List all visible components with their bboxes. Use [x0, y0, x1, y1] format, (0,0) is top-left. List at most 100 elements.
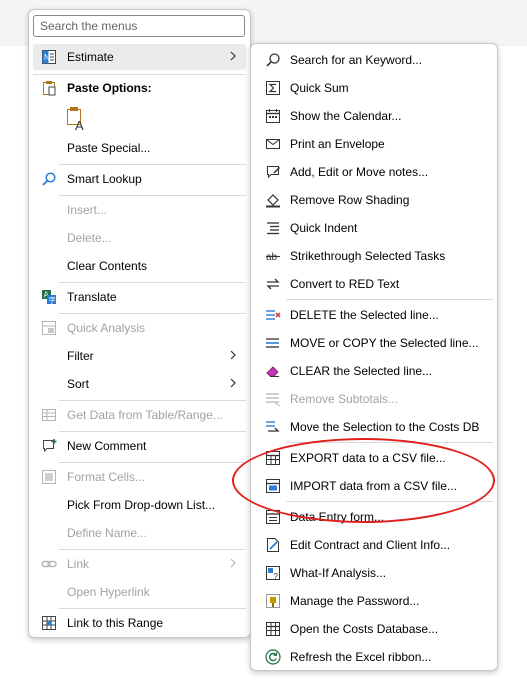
submenu-item-label: Strikethrough Selected Tasks	[290, 249, 446, 263]
calendar-icon	[264, 107, 282, 125]
menu-item-label: Pick From Drop-down List...	[67, 498, 216, 512]
menu-item-link: Link	[33, 551, 246, 577]
submenu-item-remove-shading[interactable]: Remove Row Shading	[255, 187, 493, 213]
submenu-item-label: Print an Envelope	[290, 137, 385, 151]
move-row-icon	[264, 334, 282, 352]
menu-item-new-comment[interactable]: New Comment	[33, 433, 246, 459]
menu-item-label: Format Cells...	[67, 470, 146, 484]
menu-item-label: New Comment	[67, 439, 147, 453]
submenu-item-remove-subtotals: Remove Subtotals...	[255, 386, 493, 412]
menu-item-label: Delete...	[67, 231, 112, 245]
svg-text:A: A	[75, 118, 84, 132]
strikethrough-icon: ab	[264, 247, 282, 265]
menu-item-link-to-range[interactable]: Link to this Range	[33, 610, 246, 636]
submenu-item-label: Manage the Password...	[290, 594, 420, 608]
clipboard-icon	[40, 79, 58, 97]
move-to-db-icon	[264, 418, 282, 436]
menu-item-label: Smart Lookup	[67, 172, 142, 186]
menu-item-label: Get Data from Table/Range...	[67, 408, 223, 422]
estimate-icon: N	[40, 48, 58, 66]
submenu-item-move-copy-line[interactable]: MOVE or COPY the Selected line...	[255, 330, 493, 356]
menu-item-label: Estimate	[67, 50, 114, 64]
delete-row-icon	[264, 306, 282, 324]
context-menu: N Estimate Paste Options: A Paste Specia…	[28, 9, 251, 638]
menu-item-smart-lookup[interactable]: Smart Lookup	[33, 166, 246, 192]
password-icon	[264, 592, 282, 610]
separator	[59, 164, 246, 165]
submenu-item-notes[interactable]: Add, Edit or Move notes...	[255, 159, 493, 185]
arrows-icon	[264, 275, 282, 293]
submenu-item-refresh-ribbon[interactable]: Refresh the Excel ribbon...	[255, 644, 493, 670]
menu-item-label: Paste Special...	[67, 141, 151, 155]
menu-item-label: Filter	[67, 349, 94, 363]
link-icon	[40, 555, 58, 573]
translate-icon: A字	[40, 288, 58, 306]
submenu-item-label: CLEAR the Selected line...	[290, 364, 433, 378]
separator	[59, 400, 246, 401]
separator	[59, 195, 246, 196]
separator	[59, 313, 246, 314]
menu-item-paste-special[interactable]: Paste Special...	[33, 135, 246, 161]
submenu-item-what-if[interactable]: ? What-If Analysis...	[255, 560, 493, 586]
svg-text:?: ?	[274, 572, 279, 581]
separator	[59, 608, 246, 609]
submenu-item-label: Move the Selection to the Costs DB	[290, 420, 480, 434]
separator	[59, 431, 246, 432]
submenu-item-delete-line[interactable]: DELETE the Selected line...	[255, 302, 493, 328]
menu-item-sort[interactable]: Sort	[33, 371, 246, 397]
submenu-item-red-text[interactable]: Convert to RED Text	[255, 271, 493, 297]
database-table-icon	[264, 620, 282, 638]
menu-item-filter[interactable]: Filter	[33, 343, 246, 369]
chevron-right-icon	[226, 49, 240, 63]
sum-icon	[264, 79, 282, 97]
submenu-item-search-keyword[interactable]: Search for an Keyword...	[255, 47, 493, 73]
quick-analysis-icon	[40, 319, 58, 337]
submenu-item-quick-sum[interactable]: Quick Sum	[255, 75, 493, 101]
eraser-icon	[264, 362, 282, 380]
submenu-item-print-envelope[interactable]: Print an Envelope	[255, 131, 493, 157]
submenu-item-clear-line[interactable]: CLEAR the Selected line...	[255, 358, 493, 384]
annotation-ellipse	[232, 438, 495, 523]
chevron-right-icon	[226, 376, 240, 390]
submenu-item-contract-info[interactable]: Edit Contract and Client Info...	[255, 532, 493, 558]
menu-item-insert: Insert...	[33, 197, 246, 223]
what-if-icon: ?	[264, 564, 282, 582]
menu-item-estimate[interactable]: N Estimate	[33, 44, 246, 70]
refresh-icon	[264, 648, 282, 666]
paste-text-only-icon[interactable]: A	[65, 104, 91, 132]
format-cells-icon	[40, 468, 58, 486]
menu-item-pick-from-list[interactable]: Pick From Drop-down List...	[33, 492, 246, 518]
submenu-item-show-calendar[interactable]: Show the Calendar...	[255, 103, 493, 129]
submenu-item-label: What-If Analysis...	[290, 566, 387, 580]
menu-item-label: Link to this Range	[67, 616, 164, 630]
menu-item-translate[interactable]: A字 Translate	[33, 284, 246, 310]
svg-text:ab: ab	[266, 252, 278, 263]
submenu-item-label: Quick Indent	[290, 221, 358, 235]
menu-item-get-data: Get Data from Table/Range...	[33, 402, 246, 428]
submenu-item-label: Remove Row Shading	[290, 193, 410, 207]
subtotals-icon	[264, 390, 282, 408]
submenu-item-label: Remove Subtotals...	[290, 392, 399, 406]
search-menus-input[interactable]	[33, 15, 245, 37]
menu-item-clear-contents[interactable]: Clear Contents	[33, 253, 246, 279]
submenu-item-open-costs-db[interactable]: Open the Costs Database...	[255, 616, 493, 642]
paint-bucket-icon	[264, 191, 282, 209]
menu-item-label: Translate	[67, 290, 117, 304]
submenu-item-quick-indent[interactable]: Quick Indent	[255, 215, 493, 241]
submenu-item-label: Show the Calendar...	[290, 109, 402, 123]
submenu-item-label: MOVE or COPY the Selected line...	[290, 336, 479, 350]
menu-item-delete: Delete...	[33, 225, 246, 251]
submenu-item-manage-password[interactable]: Manage the Password...	[255, 588, 493, 614]
svg-text:N: N	[44, 53, 50, 62]
menu-item-label: Insert...	[67, 203, 108, 217]
submenu-item-label: Refresh the Excel ribbon...	[290, 650, 432, 664]
submenu-item-strikethrough[interactable]: ab Strikethrough Selected Tasks	[255, 243, 493, 269]
estimate-submenu: Search for an Keyword... Quick Sum Show …	[250, 43, 498, 671]
chevron-right-icon	[226, 348, 240, 362]
separator	[59, 549, 246, 550]
paste-options-header: Paste Options:	[33, 75, 246, 101]
svg-text:字: 字	[49, 296, 56, 305]
submenu-item-move-to-costs-db[interactable]: Move the Selection to the Costs DB	[255, 414, 493, 440]
search-icon	[40, 170, 58, 188]
separator	[59, 282, 246, 283]
